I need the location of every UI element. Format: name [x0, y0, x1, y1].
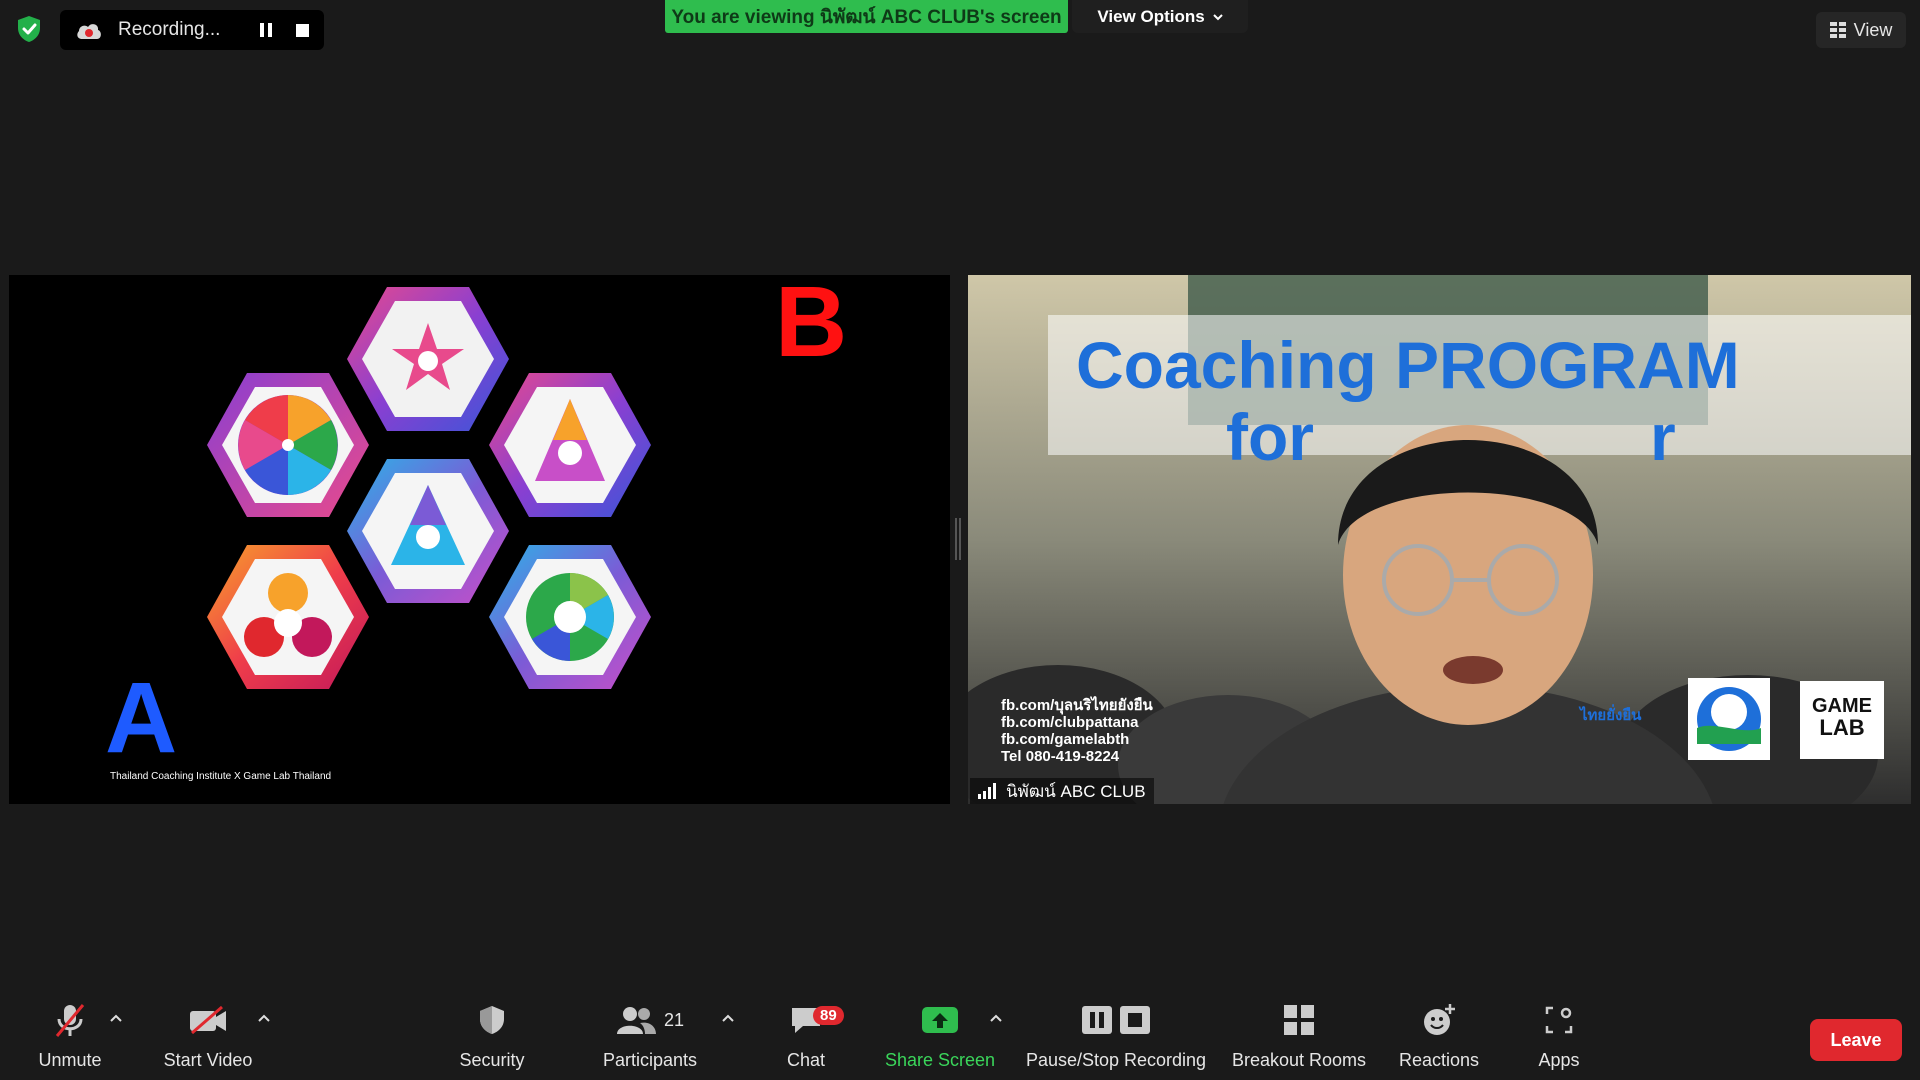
wave-logo-icon	[1697, 687, 1761, 751]
encryption-shield-icon[interactable]	[14, 14, 44, 44]
recording-label: Recording...	[118, 19, 221, 40]
start-video-button[interactable]: Start Video	[158, 990, 258, 1080]
stop-recording-button[interactable]	[284, 12, 320, 48]
game-lab-logo: GAME LAB	[1800, 681, 1884, 759]
chevron-up-icon	[722, 1014, 734, 1022]
chevron-up-icon	[990, 1014, 1002, 1022]
security-button[interactable]: Security	[450, 990, 534, 1080]
share-screen-label: Share Screen	[884, 1050, 996, 1070]
participant-name: นิพัฒน์ ABC CLUB	[1006, 781, 1146, 801]
letter-b-label: B	[775, 266, 848, 378]
apps-icon	[1545, 1006, 1573, 1034]
hexagon-triangle-blue	[347, 459, 509, 603]
slide-title-line-1: Coaching PROGRAM	[1076, 328, 1740, 402]
video-camera-off-icon	[190, 1005, 226, 1035]
split-divider-handle[interactable]	[955, 518, 961, 560]
view-options-dropdown[interactable]: View Options	[1072, 0, 1248, 33]
chevron-up-icon	[258, 1014, 270, 1022]
grid-view-icon	[1829, 22, 1846, 38]
chat-label: Chat	[786, 1050, 826, 1070]
pause-stop-recording-button[interactable]: Pause/Stop Recording	[1020, 990, 1212, 1080]
meeting-toolbar: Unmute Start Video Security 21 Participa…	[0, 990, 1920, 1080]
leave-meeting-button[interactable]: Leave	[1810, 1019, 1902, 1061]
cloud-recording-icon	[77, 24, 101, 39]
pause-icon	[260, 23, 272, 37]
thai-sustainable-logo	[1688, 678, 1770, 760]
breakout-rooms-button[interactable]: Breakout Rooms	[1228, 990, 1370, 1080]
slide-title-line-2: for	[1226, 400, 1314, 474]
pause-stop-label: Pause/Stop Recording	[1025, 1050, 1207, 1070]
recording-indicator: Recording...	[60, 10, 324, 50]
slide-credit: Thailand Coaching Institute X Game Lab T…	[110, 771, 332, 782]
game-lab-text-1: GAME	[1812, 695, 1872, 717]
emoji-reaction-icon	[1424, 1004, 1455, 1035]
start-video-label: Start Video	[163, 1050, 253, 1070]
chevron-up-icon	[110, 1014, 122, 1022]
contact-links: fb.com/บุลนริไทยยังยืน fb.com/clubpattan…	[1001, 697, 1153, 765]
video-options-caret[interactable]	[254, 1008, 274, 1028]
share-screen-button[interactable]: Share Screen	[880, 990, 1000, 1080]
security-label: Security	[459, 1050, 525, 1070]
apps-button[interactable]: Apps	[1530, 990, 1588, 1080]
letter-a-label: A	[105, 662, 178, 774]
phone-number: Tel 080-419-8224	[1001, 748, 1120, 765]
chat-unread-badge: 89	[813, 1006, 844, 1025]
pause-stop-icon	[1082, 1006, 1150, 1034]
sustainable-thailand-text: ไทยยั่งยืน	[1580, 707, 1642, 724]
apps-label: Apps	[1538, 1050, 1580, 1070]
view-label: View	[1853, 19, 1893, 40]
audio-options-caret[interactable]	[106, 1008, 126, 1028]
unmute-label: Unmute	[38, 1050, 102, 1070]
reactions-label: Reactions	[1398, 1050, 1480, 1070]
pause-recording-button[interactable]	[248, 12, 284, 48]
security-shield-icon	[480, 1006, 504, 1034]
share-options-caret[interactable]	[986, 1008, 1006, 1028]
breakout-rooms-icon	[1284, 1005, 1314, 1035]
participants-icon	[616, 1007, 656, 1034]
stop-icon	[295, 23, 309, 37]
chevron-down-icon	[1212, 13, 1223, 20]
chat-button[interactable]: 89 Chat	[776, 990, 844, 1080]
view-layout-button[interactable]: View	[1816, 12, 1906, 48]
microphone-muted-icon	[55, 1004, 85, 1037]
view-options-label: View Options	[1097, 6, 1205, 26]
link-2: fb.com/clubpattana	[1001, 714, 1139, 731]
participant-name-tag: นิพัฒน์ ABC CLUB	[970, 778, 1154, 804]
slide-title-line-2-end: r	[1650, 400, 1676, 474]
zoom-meeting-window: Recording... You are viewing นิพัฒน์ ABC…	[0, 0, 1920, 1080]
participants-label: Participants	[602, 1050, 698, 1070]
hexagon-circles-red	[207, 545, 369, 689]
unmute-button[interactable]: Unmute	[30, 990, 110, 1080]
participants-button[interactable]: 21 Participants	[598, 990, 702, 1080]
share-screen-icon	[922, 1007, 958, 1033]
reactions-button[interactable]: Reactions	[1396, 990, 1482, 1080]
hexagon-star	[347, 287, 509, 431]
signal-strength-icon	[978, 783, 996, 799]
participant-video: Coaching PROGRAM for r fb.com/บุลนริไทยย…	[968, 275, 1911, 804]
participants-options-caret[interactable]	[718, 1008, 738, 1028]
hexagon-triangle-pink	[489, 373, 651, 517]
game-lab-text-2: LAB	[1819, 715, 1865, 740]
participants-count: 21	[663, 1009, 685, 1030]
hexagon-circle-green	[489, 545, 651, 689]
breakout-rooms-label: Breakout Rooms	[1231, 1050, 1367, 1070]
link-1: fb.com/บุลนริไทยยังยืน	[1001, 697, 1153, 714]
viewing-screen-banner: You are viewing นิพัฒน์ ABC CLUB's scree…	[665, 0, 1068, 33]
hexagon-color-wheel	[207, 373, 369, 517]
link-3: fb.com/gamelabth	[1001, 731, 1130, 748]
